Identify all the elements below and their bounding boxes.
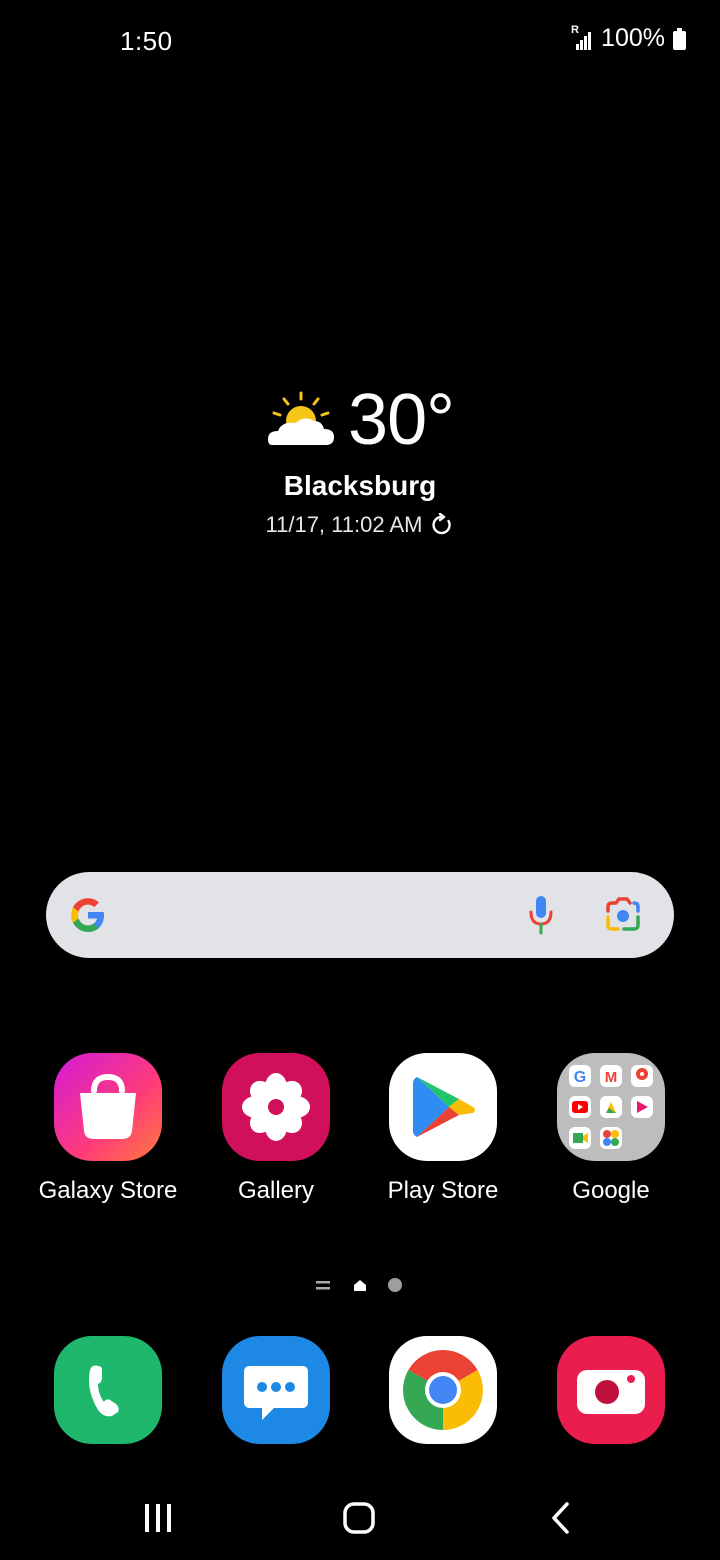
- status-time: 1:50: [120, 26, 173, 56]
- roaming-indicator: R: [571, 23, 579, 36]
- weather-widget[interactable]: 30° Blacksburg 11/17, 11:02 AM: [0, 380, 720, 538]
- google-search-bar[interactable]: [46, 872, 674, 958]
- home-page-dot-icon: [354, 1280, 366, 1291]
- navigation-bar: [145, 1502, 569, 1534]
- svg-text:M: M: [605, 1069, 618, 1086]
- partly-sunny-icon: [268, 391, 335, 445]
- app-gallery[interactable]: Gallery: [192, 1053, 360, 1205]
- weather-location: Blacksburg: [283, 470, 437, 501]
- page-dot-icon: [388, 1278, 402, 1292]
- galaxy-store-icon: [54, 1053, 162, 1161]
- home-screen: 1:50 R 100% 30° Blacksburg 11/17, 11:02 …: [0, 0, 720, 1560]
- camera-icon: [557, 1336, 665, 1444]
- svg-text:G: G: [574, 1069, 586, 1086]
- google-logo-icon: [71, 898, 104, 932]
- google-folder-icon: G M: [557, 1053, 665, 1161]
- recents-icon[interactable]: [145, 1504, 171, 1532]
- gallery-flower-icon: [222, 1053, 330, 1161]
- app-play-store[interactable]: Play Store: [359, 1053, 527, 1205]
- app-label: Google: [572, 1177, 650, 1204]
- battery-icon: [673, 27, 686, 50]
- dock-messages[interactable]: [192, 1336, 360, 1444]
- dock-phone[interactable]: [24, 1336, 192, 1444]
- signal-icon: R: [571, 23, 593, 52]
- battery-percentage: 100%: [601, 24, 665, 52]
- apps-list-indicator-icon: [316, 1281, 330, 1290]
- app-label: Play Store: [387, 1177, 499, 1204]
- weather-updated: 11/17, 11:02 AM: [266, 512, 455, 538]
- app-galaxy-store[interactable]: Galaxy Store: [24, 1053, 192, 1205]
- home-icon[interactable]: [343, 1502, 375, 1534]
- chrome-icon: [389, 1336, 497, 1444]
- dock-chrome[interactable]: [359, 1336, 527, 1444]
- google-lens-icon[interactable]: [604, 897, 642, 933]
- messages-icon: [222, 1336, 330, 1444]
- app-label: Galaxy Store: [38, 1177, 178, 1204]
- page-indicator[interactable]: [0, 1276, 720, 1294]
- temperature: 30°: [348, 380, 455, 460]
- weather-updated-time: 11/17, 11:02 AM: [265, 512, 423, 537]
- back-icon[interactable]: [552, 1502, 569, 1534]
- app-google-folder[interactable]: G M Google: [527, 1053, 695, 1205]
- refresh-icon[interactable]: [430, 513, 454, 537]
- status-icons: R 100%: [571, 24, 686, 53]
- app-label: Gallery: [237, 1177, 315, 1204]
- microphone-icon[interactable]: [526, 894, 556, 936]
- play-store-icon: [389, 1053, 497, 1161]
- phone-icon: [54, 1336, 162, 1444]
- dock-camera[interactable]: [527, 1336, 695, 1444]
